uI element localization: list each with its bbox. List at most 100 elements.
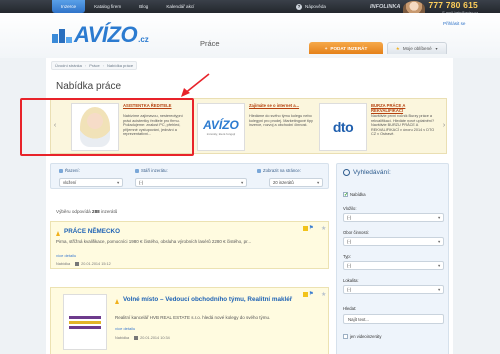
site-logo[interactable]: AVÍZO .cz <box>52 23 149 47</box>
magnifier-icon <box>343 169 350 176</box>
star-icon: ★ <box>395 45 400 51</box>
page-title: Nabídka práce <box>56 81 122 92</box>
logo-mark-icon <box>52 27 72 43</box>
search-heading: Vyhledávání: <box>343 169 391 176</box>
favorite-star-icon[interactable]: ★ <box>321 291 326 298</box>
login-link[interactable]: Přihlásit se <box>443 21 465 26</box>
add-listing-button[interactable]: + PODAT INZERÁT <box>309 42 383 54</box>
clock-icon <box>135 168 139 173</box>
listing-tools[interactable]: ⚑ <box>303 291 313 297</box>
pin-icon: ⚑ <box>309 225 314 231</box>
top-nav: Inzerce Katalog firem Blog Kalendář akcí <box>52 0 203 13</box>
ad-logo: AVÍZO inzeráty, které fungují <box>197 103 245 151</box>
ad-logo-text: AVÍZO <box>203 118 239 132</box>
help-label: Nápověda <box>305 4 326 9</box>
featured-ad[interactable]: AVÍZO inzeráty, které fungují Zajímáte s… <box>197 103 319 151</box>
logo-text: AVÍZO <box>74 22 138 47</box>
breadcrumb-current: Nabídka práce <box>107 63 134 68</box>
age-select[interactable]: (-) ▼ <box>135 178 247 187</box>
field-label: Lokalita: <box>343 278 359 283</box>
nav-inzerce[interactable]: Inzerce <box>52 0 86 13</box>
breadcrumb-prace[interactable]: Práce <box>89 63 99 68</box>
poster-select[interactable]: (-) ▼ <box>343 213 444 222</box>
note-icon <box>303 291 308 297</box>
field-label: Vložilo: <box>343 206 357 211</box>
ad-text: Navštivte první ročník Burzy práce a rek… <box>371 114 435 137</box>
chevron-down-icon: ▼ <box>437 264 441 268</box>
warning-triangle-icon <box>115 299 119 304</box>
nav-blog[interactable]: Blog <box>130 0 157 13</box>
sort-label: Řazení: <box>59 168 80 173</box>
chevron-down-icon: ▼ <box>240 181 244 185</box>
listing-desc: Pirna, střížná kvalifikace, pomocníci 19… <box>56 239 252 244</box>
section-title: Práce <box>200 39 220 48</box>
age-label: Stáří inzerátu: <box>135 168 168 173</box>
field-label: Typ: <box>343 254 351 259</box>
listing-more-link[interactable]: více detailu <box>56 253 76 258</box>
sort-icon <box>59 168 63 173</box>
listing-item[interactable]: Volné místo – Vedoucí obchodního týmu, R… <box>50 287 329 354</box>
field-label: Obor činnosti: <box>343 230 369 235</box>
plus-icon: + <box>324 45 328 51</box>
ad-title[interactable]: BURZA PRÁCE A REKVALIFIKACÍ <box>371 103 435 113</box>
company-logo <box>63 294 107 350</box>
type-select[interactable]: (-) ▼ <box>343 261 444 270</box>
note-icon <box>303 225 308 231</box>
listing-meta: Nabídka 20.01.2014 15:12 <box>56 262 111 266</box>
chevron-down-icon: ▼ <box>437 288 441 292</box>
listing-title[interactable]: PRÁCE NĚMECKO <box>64 228 120 235</box>
add-listing-label: PODAT INZERÁT <box>330 45 368 51</box>
checkmark-icon: ✓ <box>343 192 349 198</box>
ad-text: Hledáme do svého týmu kolegu nebo kolegy… <box>249 114 313 128</box>
calendar-icon <box>134 336 139 340</box>
listing-title[interactable]: Volné místo – Vedoucí obchodního týmu, R… <box>123 296 303 303</box>
sort-select[interactable]: vložení ▼ <box>59 178 123 187</box>
chevron-down-icon: ▼ <box>434 46 439 51</box>
nav-kalendar-akci[interactable]: Kalendář akcí <box>157 0 203 13</box>
ad-title[interactable]: Zajímáte se o internet a... <box>249 103 313 108</box>
listing-more-link[interactable]: více detailu <box>115 326 135 331</box>
ad-logo-caption: inzeráty, které fungují <box>206 132 236 136</box>
favorites-button[interactable]: ★ Moje oblíbené ▼ <box>387 42 447 54</box>
help-link[interactable]: ? Nápověda <box>296 0 326 13</box>
carousel-next-icon[interactable]: › <box>441 120 447 130</box>
nav-katalog-firem[interactable]: Katalog firem <box>85 0 130 13</box>
list-icon <box>257 168 261 173</box>
warning-triangle-icon <box>56 231 60 236</box>
offer-checkbox[interactable]: ✓ Nabídka <box>343 192 366 198</box>
checkbox-icon <box>343 334 348 339</box>
dto-logo: dto <box>332 119 354 135</box>
favorite-star-icon[interactable]: ★ <box>321 225 326 232</box>
listing-desc: Realitní kancelář HVB REAL ESTATE s.r.o.… <box>115 315 271 320</box>
field-select[interactable]: (-) ▼ <box>343 237 444 246</box>
breadcrumb: Úvodní stránka › Práce › Nabídka práce <box>51 61 138 70</box>
per-page-select[interactable]: 20 inzerátů ▼ <box>269 178 323 187</box>
chevron-down-icon: ▼ <box>437 240 441 244</box>
featured-ad[interactable]: dto BURZA PRÁCE A REKVALIFIKACÍ Navštivt… <box>319 103 441 151</box>
keyword-label: Hledat: <box>343 306 357 311</box>
per-page-label: Zobrazit na stránce: <box>257 168 301 173</box>
listing-meta: Nabídka 20.01.2014 10:34 <box>115 336 170 340</box>
location-select[interactable]: (-) ▼ <box>343 285 444 294</box>
video-only-checkbox[interactable]: jen videoinzeráty <box>343 334 381 339</box>
infoline-phone: 777 780 615 <box>428 0 478 10</box>
help-icon: ? <box>296 3 302 10</box>
chevron-down-icon: ▼ <box>316 181 320 185</box>
logo-suffix: .cz <box>138 35 149 44</box>
ad-logo: dto <box>319 103 367 151</box>
filter-bar: Řazení: vložení ▼ Stáří inzerátu: (-) ▼ Zo… <box>50 163 329 189</box>
pin-icon: ⚑ <box>309 291 314 297</box>
chevron-down-icon: ▼ <box>437 216 441 220</box>
listing-item[interactable]: PRÁCE NĚMECKO Pirna, střížná kvalifikace… <box>50 221 329 269</box>
calendar-icon <box>75 262 80 266</box>
infoline-label: INFOLINKA <box>370 4 401 10</box>
pointer-arrow-icon <box>181 73 210 97</box>
favorites-label: Moje oblíbené <box>402 46 432 51</box>
breadcrumb-home[interactable]: Úvodní stránka <box>55 63 82 68</box>
chevron-down-icon: ▼ <box>116 181 120 185</box>
highlight-box <box>20 98 194 156</box>
listing-tools[interactable]: ⚑ <box>303 225 313 231</box>
result-number: 288 <box>92 209 100 214</box>
search-sidebar: Vyhledávání: ✓ Nabídka Vložilo: (-) ▼ Obor… <box>336 163 449 354</box>
keyword-input[interactable]: Najít text... <box>343 314 444 324</box>
